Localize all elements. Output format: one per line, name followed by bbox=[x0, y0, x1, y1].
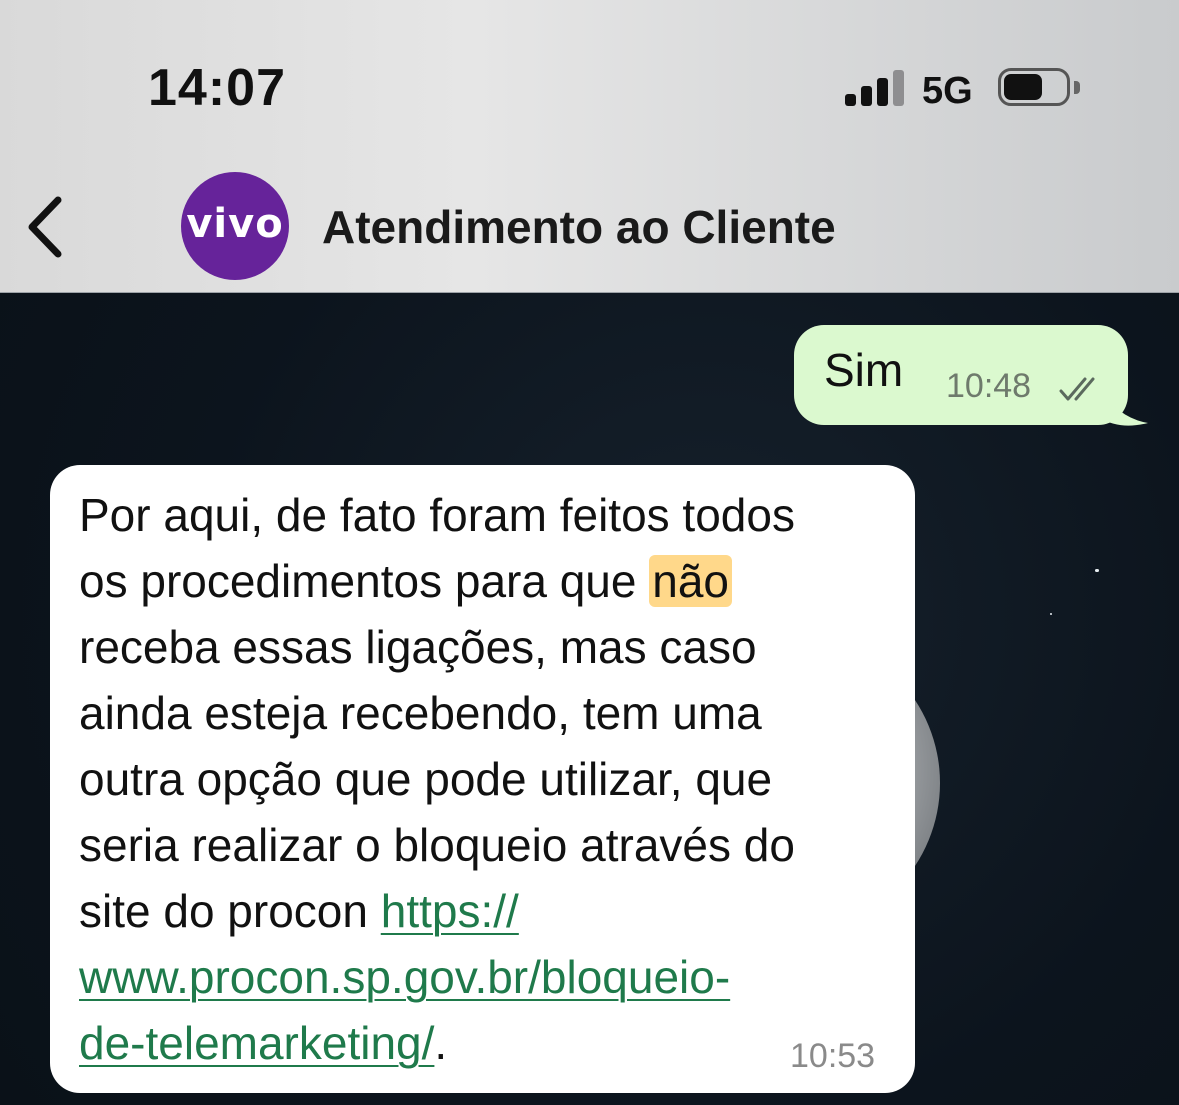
message-time: 10:48 bbox=[946, 367, 1032, 405]
message-line: receba essas ligações, mas caso bbox=[79, 621, 757, 673]
message-text: Por aqui, de fato foram feitos todos os … bbox=[79, 482, 899, 1076]
procon-link[interactable]: de-telemarketing/ bbox=[79, 1017, 434, 1069]
message-line: outra opção que pode utilizar, que bbox=[79, 753, 773, 805]
battery-icon bbox=[998, 68, 1084, 110]
message-line: de-telemarketing/. bbox=[79, 1010, 899, 1076]
contact-name[interactable]: Atendimento ao Cliente bbox=[322, 200, 836, 254]
procon-link[interactable]: www.procon.sp.gov.br/bloqueio- bbox=[79, 951, 730, 1003]
message-text: Sim bbox=[824, 344, 904, 396]
search-highlight: não bbox=[649, 555, 732, 607]
chat-area[interactable]: Sim 10:48 Por aqui, de fato foram feitos… bbox=[0, 293, 1179, 1105]
chevron-left-icon[interactable] bbox=[22, 192, 72, 262]
chat-header: 14:07 5G vivo Atendimento ao Cliente bbox=[0, 0, 1179, 293]
message-time: 10:53 bbox=[790, 1037, 876, 1075]
procon-link[interactable]: https:// bbox=[381, 885, 519, 937]
message-line: site do procon https:// bbox=[79, 878, 899, 944]
network-type: 5G bbox=[922, 70, 973, 112]
message-line: os procedimentos para que não bbox=[79, 548, 899, 614]
message-line: Por aqui, de fato foram feitos todos bbox=[79, 489, 795, 541]
message-line-text: . bbox=[434, 1017, 448, 1069]
message-line: seria realizar o bloqueio através do bbox=[79, 819, 795, 871]
avatar[interactable]: vivo bbox=[181, 172, 289, 280]
outgoing-message[interactable]: Sim 10:48 bbox=[794, 325, 1128, 425]
cellular-signal-icon bbox=[845, 70, 907, 106]
wallpaper-star bbox=[1050, 613, 1052, 615]
avatar-logo-text: vivo bbox=[186, 201, 284, 247]
wallpaper-star bbox=[1095, 569, 1099, 572]
incoming-message[interactable]: Por aqui, de fato foram feitos todos os … bbox=[50, 465, 915, 1093]
message-line-text: site do procon bbox=[79, 885, 381, 937]
message-line: ainda esteja recebendo, tem uma bbox=[79, 687, 762, 739]
bubble-tail bbox=[1100, 388, 1148, 426]
message-line-text: os procedimentos para que bbox=[79, 555, 650, 607]
status-time: 14:07 bbox=[148, 59, 286, 117]
double-check-icon bbox=[1058, 375, 1104, 403]
message-line: www.procon.sp.gov.br/bloqueio- bbox=[79, 944, 899, 1010]
